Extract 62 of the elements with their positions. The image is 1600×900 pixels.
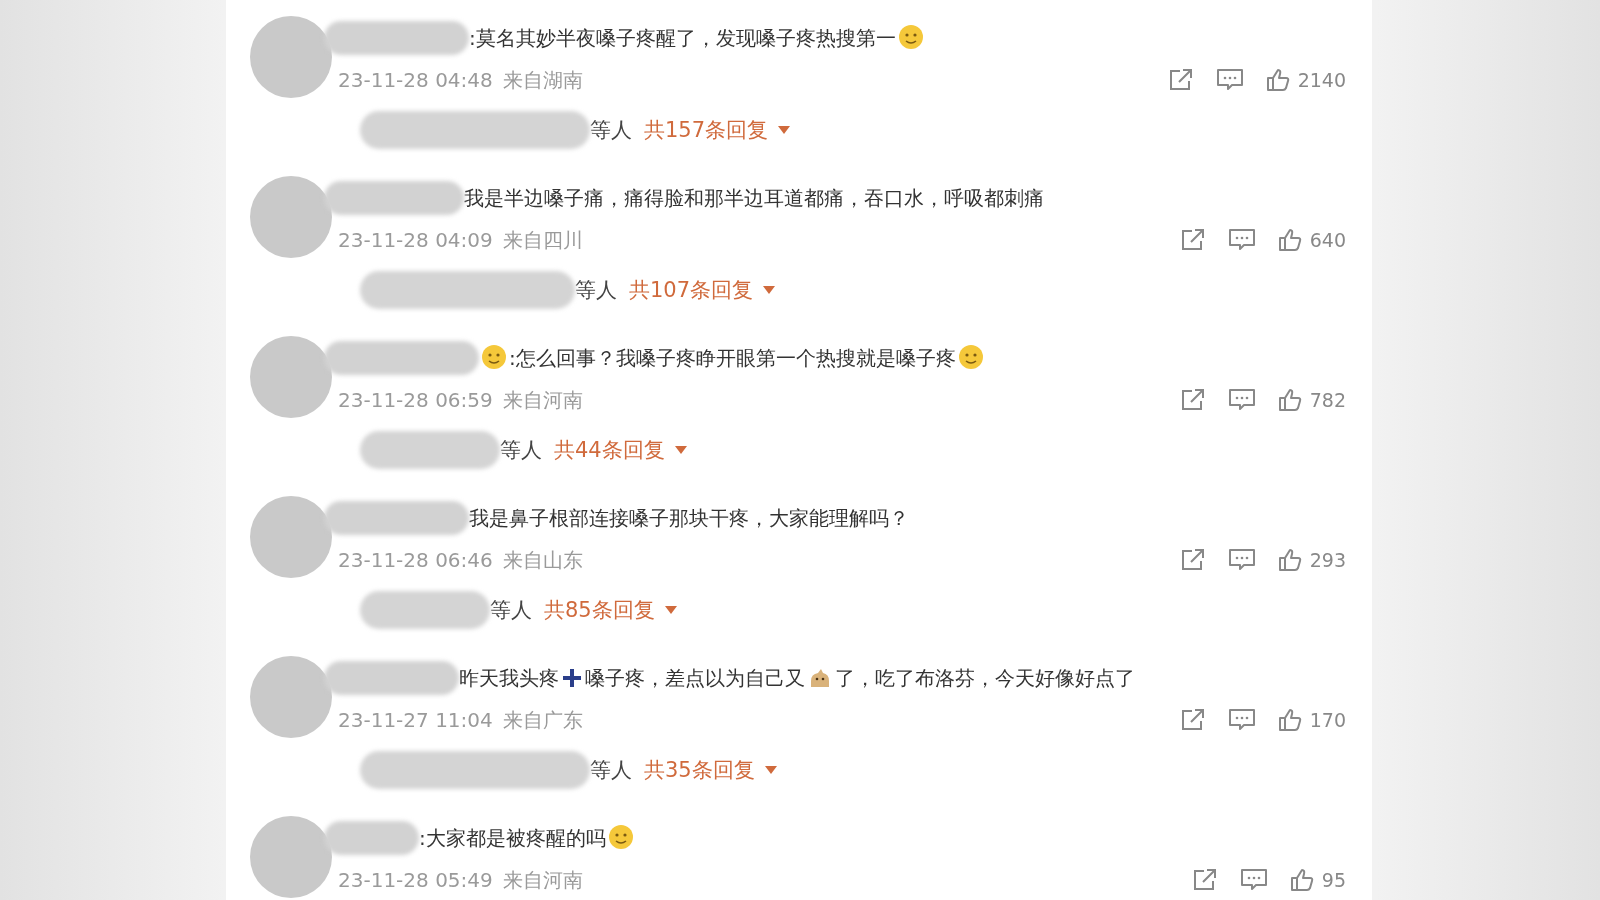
comment-time: 23-11-28 04:09: [338, 228, 493, 252]
comment-time: 23-11-28 04:48: [338, 68, 493, 92]
caret-icon[interactable]: [763, 286, 776, 294]
reply-count-link[interactable]: 共85条回复: [544, 596, 655, 624]
share-icon[interactable]: [1179, 708, 1206, 732]
caret-icon[interactable]: [664, 606, 677, 614]
share-icon[interactable]: [1191, 868, 1218, 892]
caret-icon[interactable]: [764, 766, 777, 774]
plus-icon: [562, 667, 582, 688]
comment-text: 我是半边嗓子痛，痛得脸和那半边耳道都痛，吞口水，呼吸都刺痛: [464, 184, 1044, 212]
comment-text: 我是鼻子根部连接嗓子那块干疼，大家能理解吗？: [469, 504, 909, 532]
comment-icon[interactable]: [1215, 68, 1244, 92]
reply-count-link[interactable]: 共44条回复: [554, 436, 665, 464]
comment-location: 来自四川: [502, 226, 583, 254]
like-count: 170: [1309, 709, 1346, 731]
reply-count-link[interactable]: 共157条回复: [644, 116, 769, 144]
emoji-icon: [607, 824, 634, 850]
share-icon[interactable]: [1179, 228, 1206, 252]
comment-time: 23-11-27 11:04: [338, 708, 493, 732]
thumbs-up-icon[interactable]: [1277, 388, 1302, 412]
share-icon[interactable]: [1167, 68, 1194, 92]
comment-location: 来自河南: [502, 386, 583, 414]
reply-users-text: 等人: [590, 757, 632, 784]
emoji-icon: [481, 344, 507, 370]
comment-location: 来自山东: [502, 546, 583, 574]
caret-icon[interactable]: [778, 126, 791, 134]
comment-location: 来自广东: [502, 706, 583, 734]
thumbs-up-icon[interactable]: [1277, 548, 1302, 572]
comment-time: 23-11-28 06:46: [338, 548, 493, 572]
comment-time: 23-11-28 05:49: [338, 868, 493, 892]
comment-time: 23-11-28 06:59: [338, 388, 493, 412]
thumbs-up-icon[interactable]: [1289, 868, 1314, 892]
emoji-icon: [957, 344, 984, 370]
like-count: 782: [1309, 389, 1346, 411]
comment-text: :莫名其妙半夜嗓子疼醒了，发现嗓子疼热搜第一: [469, 24, 926, 52]
like-count: 293: [1309, 549, 1346, 571]
like-count: 640: [1309, 229, 1346, 251]
thumbs-up-icon[interactable]: [1265, 68, 1290, 92]
like-count: 2140: [1297, 69, 1346, 91]
caret-icon[interactable]: [674, 446, 687, 454]
comment-text: :大家都是被疼醒的吗: [419, 824, 636, 852]
comment-location: 来自湖南: [502, 66, 583, 94]
reply-count-link[interactable]: 共107条回复: [629, 276, 754, 304]
comment-icon[interactable]: [1227, 708, 1256, 732]
comment-icon[interactable]: [1227, 548, 1256, 572]
comment-icon[interactable]: [1227, 228, 1256, 252]
share-icon[interactable]: [1179, 388, 1206, 412]
thumbs-up-icon[interactable]: [1277, 228, 1302, 252]
comment-icon[interactable]: [1227, 388, 1256, 412]
reply-users-text: 等人: [575, 277, 617, 304]
comment-location: 来自河南: [502, 866, 583, 894]
reply-users-text: 等人: [500, 437, 542, 464]
comment-text: :怎么回事？我嗓子疼睁开眼第一个热搜就是嗓子疼: [479, 344, 986, 372]
reply-count-link[interactable]: 共35条回复: [644, 756, 755, 784]
share-icon[interactable]: [1179, 548, 1206, 572]
thumbs-up-icon[interactable]: [1277, 708, 1302, 732]
like-count: 95: [1321, 869, 1346, 891]
reply-users-text: 等人: [590, 117, 632, 144]
comment-text: 昨天我头疼 嗓子疼，差点以为自己又 了，吃了布洛芬，今天好像好点了: [459, 664, 1135, 692]
emoji-icon: [897, 24, 924, 50]
reply-users-text: 等人: [490, 597, 532, 624]
comment-icon[interactable]: [1239, 868, 1268, 892]
